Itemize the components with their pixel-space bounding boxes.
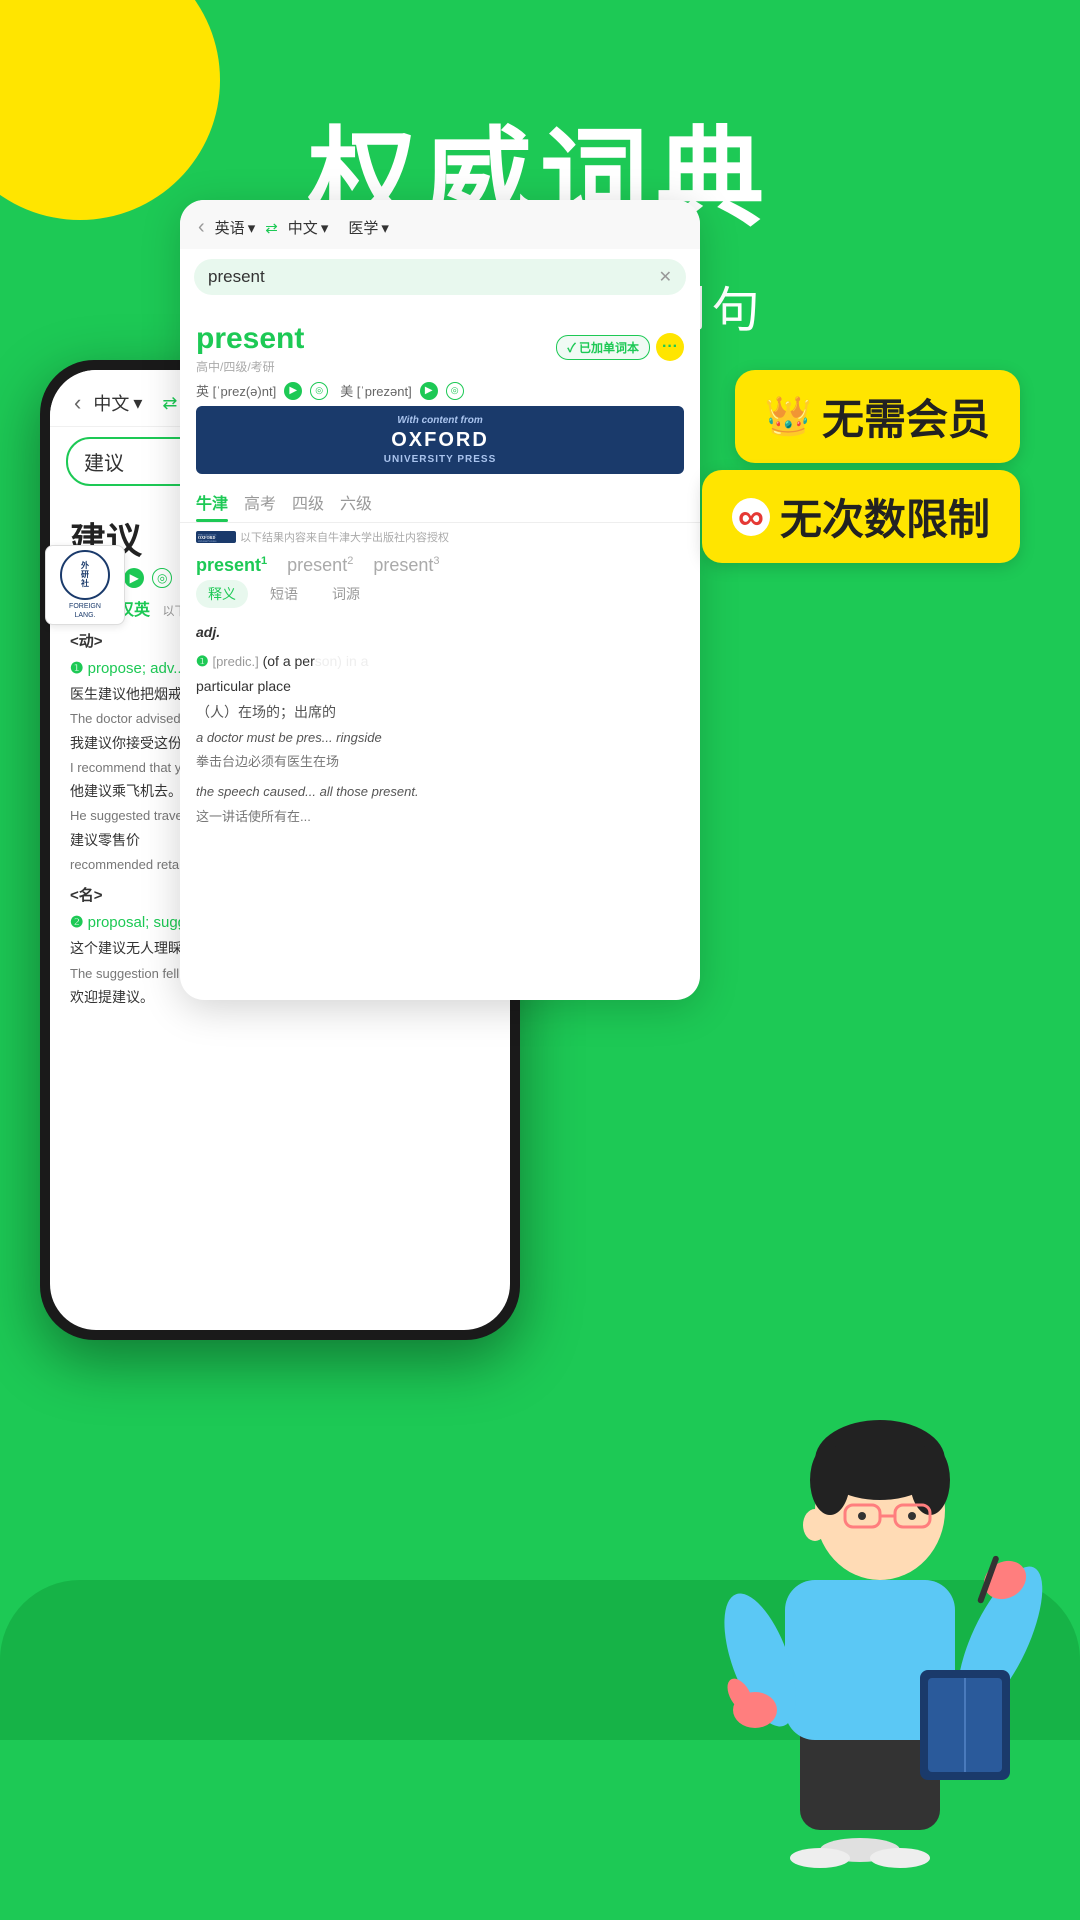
front-definition-section: adj. ❶ [predic.] (of a person) in a part… <box>180 616 700 832</box>
front-search-bar[interactable]: present ✕ <box>194 259 686 295</box>
oxford-small-seal-icon: With content from OXFORD UNIVERSITY PRES… <box>196 529 236 545</box>
svg-text:OXFORD: OXFORD <box>198 535 215 540</box>
oxford-source-note: With content from OXFORD UNIVERSITY PRES… <box>180 523 700 545</box>
person-illustration <box>700 1380 1060 1880</box>
front-swap[interactable]: ⇄ <box>265 219 278 237</box>
more-options-button[interactable]: ··· <box>656 333 684 361</box>
pos-row: adj. <box>196 620 684 645</box>
def2-example-cn: 这一讲话使所有在... <box>196 805 684 828</box>
front-back-arrow[interactable]: ‹ <box>198 216 205 239</box>
added-to-vocab-badge: ✓ 已加单词本 <box>556 335 650 360</box>
front-nav-bar: ‹ 英语▾ ⇄ 中文▾ 医学▾ <box>180 200 700 249</box>
infinity-icon: ∞ <box>732 498 770 536</box>
front-lang2[interactable]: 中文▾ <box>288 217 329 238</box>
uk-audio-button[interactable]: ▶ <box>284 382 302 400</box>
press-name: FOREIGNLANG. <box>69 603 101 620</box>
back-arrow-icon[interactable]: ‹ <box>74 390 81 416</box>
foreign-language-press-badge: 外研社 FOREIGNLANG. <box>45 545 125 625</box>
def2-example-en: the speech caused... all those present. <box>196 779 684 804</box>
us-slow-audio-button[interactable]: ◎ <box>446 382 464 400</box>
crown-icon: 👑 <box>765 395 812 439</box>
oxford-logo-band: With content from OXFORD UNIVERSITY PRES… <box>196 406 684 474</box>
front-dict-card: ‹ 英语▾ ⇄ 中文▾ 医学▾ present ✕ present 高中/四级/… <box>180 200 700 1000</box>
sub-tab-phrase[interactable]: 短语 <box>258 580 310 608</box>
tab-cet6[interactable]: 六级 <box>340 482 372 522</box>
no-member-label: 无需会员 <box>822 386 990 447</box>
def1-cn: （人）在场的；出席的 <box>196 700 684 725</box>
no-limit-badge: ∞ 无次数限制 <box>702 470 1020 563</box>
front-word-section: present 高中/四级/考研 ✓ 已加单词本 ··· 英 [ˈprez(ə)… <box>180 305 700 406</box>
front-word-title: present 高中/四级/考研 ✓ 已加单词本 ··· <box>196 319 684 375</box>
audio-uk-icon[interactable]: ▶ <box>124 568 144 588</box>
uk-slow-audio-button[interactable]: ◎ <box>310 382 328 400</box>
pronunciation-row: 英 [ˈprez(ə)nt] ▶ ◎ 美 [ˈprezənt] ▶ ◎ <box>196 375 684 406</box>
clear-icon[interactable]: ✕ <box>659 267 672 287</box>
us-audio-button[interactable]: ▶ <box>420 382 438 400</box>
swap-icon[interactable]: ⇄ <box>162 393 177 414</box>
oxford-with-content: With content from <box>210 414 670 427</box>
front-lang1[interactable]: 英语▾ <box>215 217 256 238</box>
sub-tabs-row: 释义 短语 词源 <box>180 580 700 616</box>
sub-tab-etymology[interactable]: 词源 <box>320 580 372 608</box>
def1-example-en: a doctor must be pres... ringside <box>196 725 684 750</box>
word-levels: 高中/四级/考研 <box>196 358 304 375</box>
press-logo: 外研社 <box>60 550 110 600</box>
def1-example-cn: 拳击台边必须有医生在场 <box>196 750 684 773</box>
tab-oxford[interactable]: 牛津 <box>196 482 228 522</box>
def1-desc: particular place <box>196 674 684 699</box>
tab-gaokao[interactable]: 高考 <box>244 482 276 522</box>
oxford-name: OXFORD <box>210 427 670 453</box>
dict-tabs: 牛津 高考 四级 六级 <box>180 482 700 523</box>
no-limit-label: 无次数限制 <box>780 486 990 547</box>
front-mode[interactable]: 医学▾ <box>348 217 389 238</box>
svg-text:UNIVERSITY PRESS: UNIVERSITY PRESS <box>198 541 216 543</box>
audio-slow-icon[interactable]: ◎ <box>152 568 172 588</box>
oxford-university-press: UNIVERSITY PRESS <box>210 453 670 466</box>
lang-cn-selector[interactable]: 中文 ▾ <box>93 390 142 416</box>
no-member-badge: 👑 无需会员 <box>735 370 1020 463</box>
sub-tab-yiyi[interactable]: 释义 <box>196 580 248 608</box>
tab-cet4[interactable]: 四级 <box>292 482 324 522</box>
present-variants-row: present1 present2 present3 <box>180 545 700 580</box>
def1-front: ❶ [predic.] (of a person) in a <box>196 649 684 674</box>
